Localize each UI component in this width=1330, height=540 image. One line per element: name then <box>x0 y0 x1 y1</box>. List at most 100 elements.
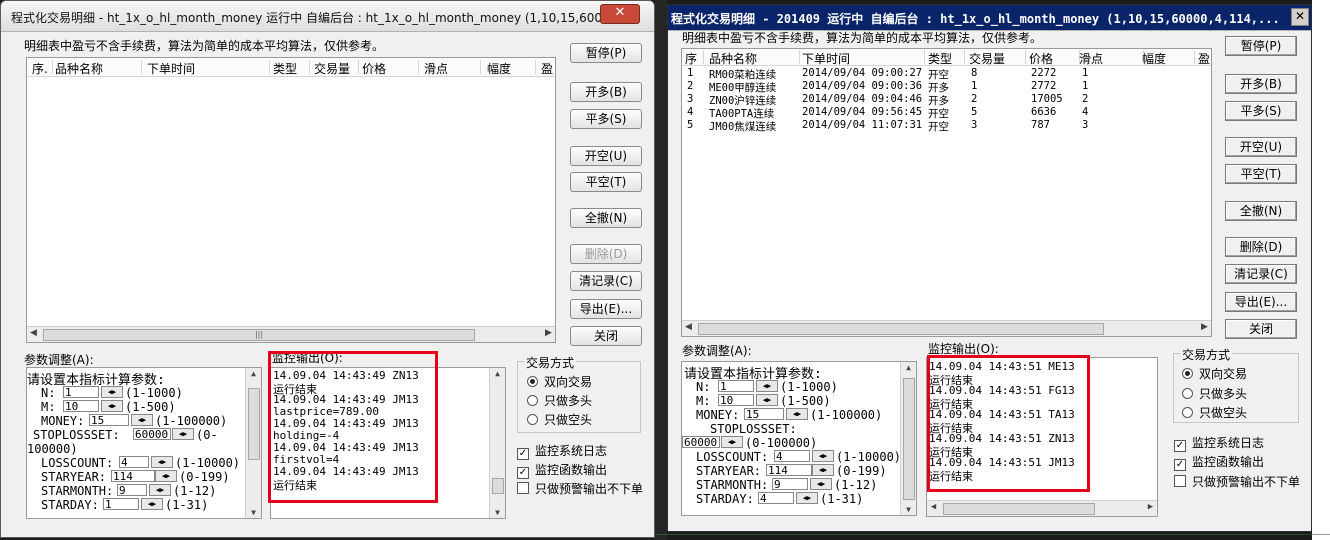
param-input[interactable]: 1 <box>103 498 139 510</box>
scroll-left-icon[interactable]: ◀ <box>27 328 40 338</box>
vertical-scrollbar[interactable]: ▲ ▼ <box>245 368 261 518</box>
close-icon[interactable]: ✕ <box>600 4 640 24</box>
trade-list[interactable]: 序 品种名称 下单时间 类型 交易量 价格 滑点 幅度 盈 1 RM00菜粕连续… <box>681 48 1212 337</box>
title-bar[interactable]: 程式化交易明细 - ht_1x_o_hl_month_money 运行中 自编后… <box>1 1 654 32</box>
scroll-up-icon[interactable]: ▲ <box>901 363 916 372</box>
table-row[interactable]: 2 ME00甲醇连续 2014/09/04 09:00:36 开多 1 2772… <box>682 80 1211 94</box>
horizontal-scrollbar[interactable]: ◀ ▶ <box>682 320 1211 336</box>
vertical-scrollbar[interactable]: ▲ ▼ <box>900 362 916 515</box>
scroll-thumb[interactable] <box>698 323 1104 335</box>
scroll-down-icon[interactable]: ▼ <box>246 508 261 517</box>
spinner-icon[interactable]: ◀▶ <box>101 386 123 398</box>
close-long-button[interactable]: 平多(S) <box>1225 101 1297 121</box>
spinner-icon[interactable]: ◀▶ <box>141 498 163 510</box>
close-long-button[interactable]: 平多(S) <box>570 109 642 129</box>
table-row[interactable]: 3 ZN00沪锌连续 2014/09/04 09:04:46 开多 2 1700… <box>682 93 1211 107</box>
param-panel[interactable]: 请设置本指标计算参数: N: 1 ◀▶ (1-1000) M: 10 ◀▶ (1… <box>26 367 262 519</box>
scroll-up-icon[interactable]: ▲ <box>246 369 261 378</box>
radio-two-way[interactable]: 双向交易 <box>1182 365 1247 382</box>
pause-button[interactable]: 暂停(P) <box>1225 36 1297 56</box>
scroll-right-icon[interactable]: ▶ <box>542 328 555 338</box>
table-row[interactable]: 4 TA00PTA连续 2014/09/04 09:56:45 开空 5 663… <box>682 106 1211 120</box>
table-row[interactable]: 1 RM00菜粕连续 2014/09/04 09:00:27 开空 8 2272… <box>682 67 1211 81</box>
scroll-right-icon[interactable]: ▶ <box>1198 322 1211 332</box>
radio-short-only[interactable]: 只做空头 <box>1182 404 1247 421</box>
scroll-thumb[interactable] <box>903 378 915 500</box>
col-header[interactable]: 幅度 <box>1142 50 1195 66</box>
scroll-thumb[interactable] <box>248 388 260 460</box>
open-long-button[interactable]: 开多(B) <box>570 82 642 102</box>
param-input[interactable]: 9 <box>117 484 147 496</box>
param-input[interactable]: 114 <box>111 470 155 482</box>
close-button[interactable]: 关闭 <box>1225 319 1297 339</box>
param-input[interactable]: 60000 <box>682 436 720 448</box>
param-input[interactable]: 1 <box>63 386 99 398</box>
spinner-icon[interactable]: ◀▶ <box>812 450 834 462</box>
col-header[interactable]: 交易量 <box>969 50 1026 66</box>
param-input[interactable]: 15 <box>89 414 129 426</box>
check-alert-only[interactable]: 只做预警输出不下单 <box>517 480 643 497</box>
vertical-scrollbar[interactable]: ▲ ▼ <box>489 368 505 518</box>
param-input[interactable]: 4 <box>774 450 810 462</box>
scroll-left-icon[interactable]: ◀ <box>927 502 940 512</box>
scroll-left-icon[interactable]: ◀ <box>682 322 695 332</box>
col-header[interactable]: 滑点 <box>424 60 481 76</box>
export-button[interactable]: 导出(E)... <box>570 299 642 319</box>
param-input[interactable]: 4 <box>758 492 794 504</box>
param-input[interactable]: 60000 <box>133 428 171 440</box>
radio-two-way[interactable]: 双向交易 <box>527 373 592 390</box>
close-short-button[interactable]: 平空(T) <box>1225 164 1297 184</box>
param-input[interactable]: 10 <box>63 400 99 412</box>
param-input[interactable]: 15 <box>744 408 784 420</box>
clear-records-button[interactable]: 清记录(C) <box>570 271 642 291</box>
delete-button[interactable]: 删除(D) <box>1225 237 1297 257</box>
horizontal-scrollbar[interactable]: ◀ ▶ <box>927 500 1157 516</box>
col-header[interactable]: 滑点 <box>1079 50 1144 66</box>
col-header[interactable]: 类型 <box>273 60 310 76</box>
delete-button[interactable]: 删除(D) <box>570 244 642 264</box>
radio-short-only[interactable]: 只做空头 <box>527 411 592 428</box>
open-long-button[interactable]: 开多(B) <box>1225 74 1297 94</box>
open-short-button[interactable]: 开空(U) <box>1225 137 1297 157</box>
col-header[interactable]: 价格 <box>362 60 419 76</box>
close-short-button[interactable]: 平空(T) <box>570 172 642 192</box>
check-system-log[interactable]: ✓ 监控系统日志 <box>517 442 607 460</box>
check-alert-only[interactable]: 只做预警输出不下单 <box>1174 473 1300 490</box>
spinner-icon[interactable]: ◀▶ <box>756 380 778 392</box>
export-button[interactable]: 导出(E)... <box>1225 292 1297 312</box>
spinner-icon[interactable]: ◀▶ <box>172 428 194 440</box>
col-header[interactable]: 类型 <box>928 50 965 66</box>
spinner-icon[interactable]: ◀▶ <box>756 394 778 406</box>
scroll-thumb[interactable]: ||| <box>43 329 475 341</box>
cancel-all-button[interactable]: 全撤(N) <box>1225 201 1297 221</box>
col-header[interactable]: 价格 <box>1029 50 1080 66</box>
pause-button[interactable]: 暂停(P) <box>570 43 642 63</box>
scroll-thumb[interactable] <box>492 478 504 494</box>
col-header[interactable]: 下单时间 <box>147 60 270 76</box>
spinner-icon[interactable]: ◀▶ <box>155 470 177 482</box>
scroll-thumb[interactable] <box>943 503 1095 515</box>
col-header[interactable]: 交易量 <box>314 60 359 76</box>
scroll-right-icon[interactable]: ▶ <box>1144 502 1157 512</box>
check-function-output[interactable]: ✓ 监控函数输出 <box>517 461 607 479</box>
param-input[interactable]: 4 <box>119 456 149 468</box>
cancel-all-button[interactable]: 全撤(N) <box>570 208 642 228</box>
check-system-log[interactable]: ✓ 监控系统日志 <box>1174 434 1264 452</box>
horizontal-scrollbar[interactable]: ◀ ||| ▶ <box>27 326 555 342</box>
param-input[interactable]: 10 <box>718 394 754 406</box>
scroll-up-icon[interactable]: ▲ <box>490 369 505 378</box>
col-header[interactable]: 品种名称 <box>709 50 800 66</box>
radio-long-only[interactable]: 只做多头 <box>527 392 592 409</box>
spinner-icon[interactable]: ◀▶ <box>101 400 123 412</box>
trade-list[interactable]: 序. 品种名称 下单时间 类型 交易量 价格 滑点 幅度 盈 ◀ ||| ▶ <box>26 57 556 343</box>
radio-long-only[interactable]: 只做多头 <box>1182 385 1247 402</box>
param-input[interactable]: 114 <box>766 464 812 476</box>
spinner-icon[interactable]: ◀▶ <box>810 478 832 490</box>
close-button[interactable]: 关闭 <box>570 326 642 346</box>
open-short-button[interactable]: 开空(U) <box>570 146 642 166</box>
param-input[interactable]: 1 <box>718 380 754 392</box>
scroll-down-icon[interactable]: ▼ <box>490 508 505 517</box>
col-header[interactable]: 序 <box>685 50 704 66</box>
spinner-icon[interactable]: ◀▶ <box>812 464 834 476</box>
spinner-icon[interactable]: ◀▶ <box>786 408 808 420</box>
